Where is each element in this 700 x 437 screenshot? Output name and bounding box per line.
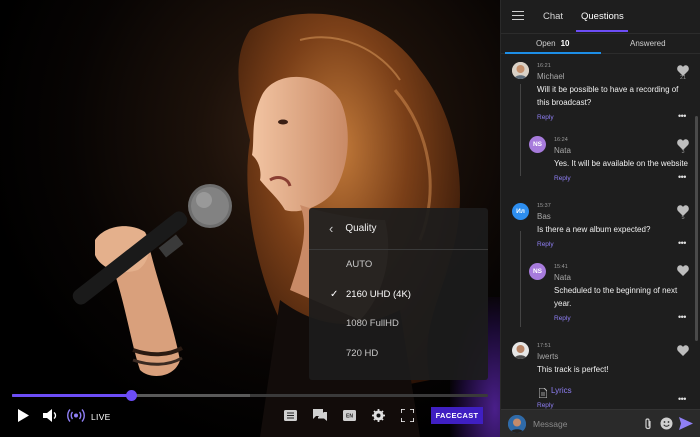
reply-link[interactable]: Reply — [554, 175, 571, 182]
subtitles-icon[interactable]: EN — [343, 410, 356, 421]
quality-menu-title: Quality — [345, 223, 377, 234]
tab-chat[interactable]: Chat — [543, 11, 563, 22]
broadcast-icon[interactable] — [67, 408, 85, 423]
message-input[interactable]: Message — [533, 419, 568, 429]
author-name: Nata — [554, 273, 571, 282]
user-avatar — [508, 415, 526, 433]
question-filter-tabs: Open 10 Answered — [501, 34, 700, 54]
reply-link[interactable]: Reply — [537, 402, 554, 409]
more-icon[interactable]: ••• — [678, 394, 686, 404]
quality-option-label: 1080 FullHD — [346, 318, 399, 330]
questions-panel: Chat Questions Open 10 Answered 16:21 Mic… — [500, 0, 700, 437]
panel-header: Chat Questions — [501, 0, 700, 34]
attach-icon[interactable] — [643, 418, 653, 436]
chat-icon[interactable] — [313, 409, 327, 421]
chevron-left-icon[interactable]: ‹ — [329, 221, 333, 236]
live-label: LIVE — [91, 412, 111, 422]
message-text: This track is perfect! — [537, 365, 609, 374]
message-text: this broadcast? — [537, 98, 592, 107]
progress-bar[interactable] — [12, 390, 488, 401]
message-time: 15:37 — [537, 203, 551, 209]
thread-line — [520, 84, 521, 176]
message-time: 17:51 — [537, 343, 551, 349]
message-composer: Message — [501, 409, 700, 437]
quality-option-1080[interactable]: 1080 FullHD — [309, 309, 488, 339]
progress-handle[interactable] — [126, 390, 137, 401]
list-icon[interactable] — [284, 410, 297, 421]
avatar: NS — [529, 263, 546, 280]
volume-icon[interactable] — [43, 409, 59, 422]
open-count: 10 — [560, 39, 570, 48]
tab-questions[interactable]: Questions — [581, 11, 624, 22]
reply-link[interactable]: Reply — [537, 114, 554, 121]
message-text: Yes. It will be available on the website — [554, 159, 689, 168]
quality-option-label: 720 HD — [346, 347, 379, 359]
heart-icon[interactable] — [677, 343, 689, 361]
emoji-icon[interactable] — [660, 417, 673, 435]
more-icon[interactable]: ••• — [678, 238, 686, 248]
more-icon[interactable]: ••• — [678, 172, 686, 182]
app: ‹ Quality AUTO ✓ 2160 UHD (4K) 1080 Full… — [0, 0, 700, 437]
check-icon: ✓ — [330, 288, 339, 300]
quality-option-4k[interactable]: ✓ 2160 UHD (4K) — [309, 280, 488, 310]
quality-option-720[interactable]: 720 HD — [309, 339, 488, 369]
avatar: Ил — [512, 203, 529, 220]
video-player[interactable]: ‹ Quality AUTO ✓ 2160 UHD (4K) 1080 Full… — [0, 0, 500, 437]
reply-link[interactable]: Reply — [554, 315, 571, 322]
like-count: 3 — [681, 149, 685, 155]
player-controls: LIVE EN FACECAST — [0, 404, 500, 430]
quality-option-label: AUTO — [346, 259, 373, 271]
facecast-logo[interactable]: FACECAST — [431, 407, 483, 424]
message-text: Is there a new album expected? — [537, 225, 651, 234]
thread-line — [520, 231, 521, 327]
play-icon[interactable] — [17, 409, 29, 422]
scrollbar[interactable] — [695, 116, 698, 341]
message-text: Scheduled to the beginning of next — [554, 286, 678, 295]
author-name: Nata — [554, 146, 571, 155]
avatar: NS — [529, 136, 546, 153]
author-name: Michael — [537, 72, 565, 81]
author-name: Bas — [537, 212, 551, 221]
attachment-link[interactable]: Lyrics — [551, 386, 572, 395]
more-icon[interactable]: ••• — [678, 111, 686, 121]
message-time: 16:24 — [554, 137, 568, 143]
settings-icon[interactable] — [372, 409, 385, 422]
progress-fill — [12, 394, 131, 397]
like-count: 21 — [679, 75, 687, 81]
message-text: Will it be possible to have a recording … — [537, 85, 679, 94]
message-time: 15:41 — [554, 264, 568, 270]
message-text: year. — [554, 299, 572, 308]
send-icon[interactable] — [679, 417, 693, 435]
tab-open[interactable]: Open 10 — [536, 39, 569, 48]
document-icon — [538, 385, 548, 403]
filter-tab-indicator — [505, 52, 601, 54]
tab-active-indicator — [576, 30, 628, 32]
tab-open-label: Open — [536, 39, 556, 48]
quality-option-label: 2160 UHD (4K) — [346, 288, 411, 300]
quality-option-auto[interactable]: AUTO — [309, 250, 488, 280]
fullscreen-icon[interactable] — [401, 409, 414, 422]
quality-menu: ‹ Quality AUTO ✓ 2160 UHD (4K) 1080 Full… — [309, 208, 488, 380]
subtitles-badge: EN — [346, 414, 353, 420]
avatar — [512, 62, 529, 79]
quality-menu-header[interactable]: ‹ Quality — [309, 208, 488, 250]
heart-icon[interactable] — [677, 263, 689, 281]
message-time: 16:21 — [537, 63, 551, 69]
reply-link[interactable]: Reply — [537, 241, 554, 248]
menu-icon[interactable] — [512, 11, 524, 21]
like-count: 5 — [681, 215, 685, 221]
avatar — [512, 342, 529, 359]
tab-answered[interactable]: Answered — [630, 39, 666, 48]
more-icon[interactable]: ••• — [678, 312, 686, 322]
author-name: Iwerts — [537, 352, 559, 361]
question-feed[interactable]: 16:21 Michael Will it be possible to hav… — [501, 56, 700, 409]
